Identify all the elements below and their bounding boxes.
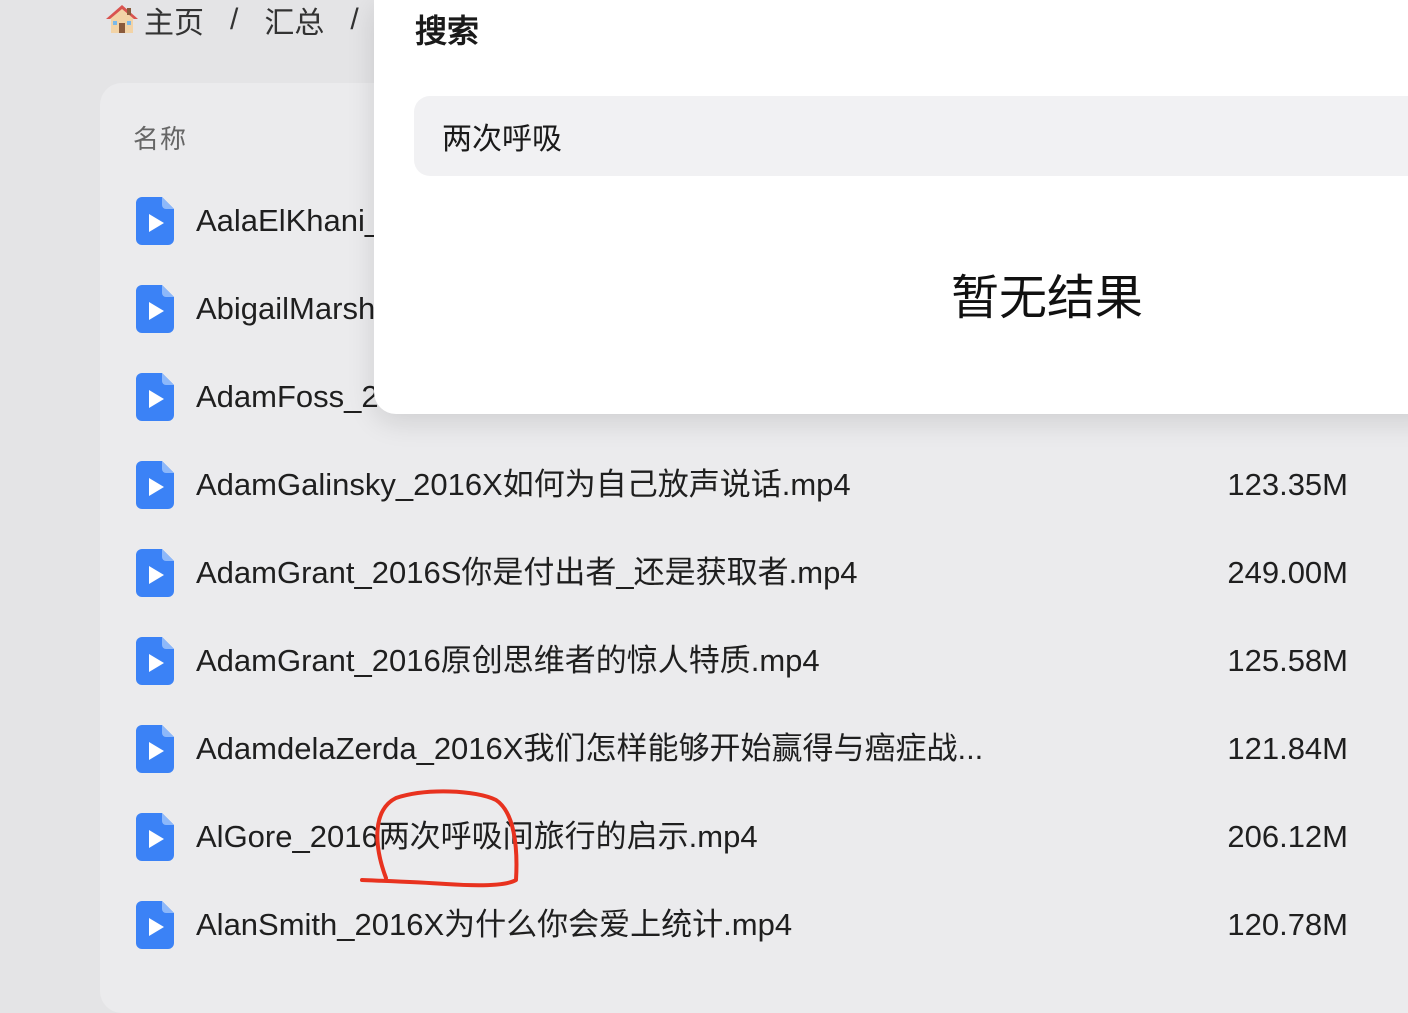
file-size: 206.12M	[1227, 819, 1348, 854]
file-row[interactable]: AdamGalinsky_2016X如何为自己放声说话.mp4 123.35M	[100, 441, 1408, 529]
breadcrumb-separator: /	[230, 3, 239, 36]
column-header-name[interactable]: 名称	[133, 119, 187, 156]
breadcrumb-separator: /	[350, 3, 359, 36]
file-name: AdamdelaZerda_2016X我们怎样能够开始赢得与癌症战...	[196, 731, 984, 766]
file-size: 125.58M	[1227, 643, 1348, 678]
search-panel: 搜索 暂无结果	[374, 0, 1408, 414]
file-name: AalaElKhani_	[196, 203, 383, 238]
video-file-icon	[136, 637, 174, 685]
video-file-icon	[136, 813, 174, 861]
file-name: AlGore_2016两次呼吸间旅行的启示.mp4	[196, 819, 758, 854]
file-row[interactable]: AlGore_2016两次呼吸间旅行的启示.mp4 206.12M	[100, 793, 1408, 881]
file-row[interactable]: AdamdelaZerda_2016X我们怎样能够开始赢得与癌症战... 121.…	[100, 705, 1408, 793]
house-icon	[106, 5, 138, 33]
file-row[interactable]: AlanSmith_2016X为什么你会爱上统计.mp4 120.78M	[100, 881, 1408, 969]
breadcrumb: 主页 / 汇总 /	[106, 0, 381, 40]
video-file-icon	[136, 197, 174, 245]
video-file-icon	[136, 725, 174, 773]
video-file-icon	[136, 373, 174, 421]
no-results-message: 暂无结果	[950, 272, 1143, 325]
file-row[interactable]: AdamGrant_2016S你是付出者_还是获取者.mp4 249.00M	[100, 529, 1408, 617]
file-size: 123.35M	[1227, 467, 1348, 502]
video-file-icon	[136, 549, 174, 597]
file-size: 249.00M	[1227, 555, 1348, 590]
file-name: AdamGalinsky_2016X如何为自己放声说话.mp4	[196, 467, 851, 502]
file-name: AlanSmith_2016X为什么你会爱上统计.mp4	[196, 907, 793, 942]
file-name: AdamGrant_2016原创思维者的惊人特质.mp4	[196, 643, 820, 678]
file-name: AbigailMarsh	[196, 291, 376, 326]
file-size: 120.78M	[1227, 907, 1348, 942]
video-file-icon	[136, 461, 174, 509]
breadcrumb-home-link[interactable]: 主页	[140, 0, 208, 42]
search-input[interactable]	[414, 96, 1408, 176]
file-row[interactable]: AdamGrant_2016原创思维者的惊人特质.mp4 125.58M	[100, 617, 1408, 705]
search-title: 搜索	[415, 13, 480, 49]
file-name: AdamFoss_2	[196, 379, 379, 414]
breadcrumb-summary-link[interactable]: 汇总	[260, 0, 328, 42]
file-size: 121.84M	[1227, 731, 1348, 766]
file-name: AdamGrant_2016S你是付出者_还是获取者.mp4	[196, 555, 858, 590]
video-file-icon	[136, 901, 174, 949]
video-file-icon	[136, 285, 174, 333]
